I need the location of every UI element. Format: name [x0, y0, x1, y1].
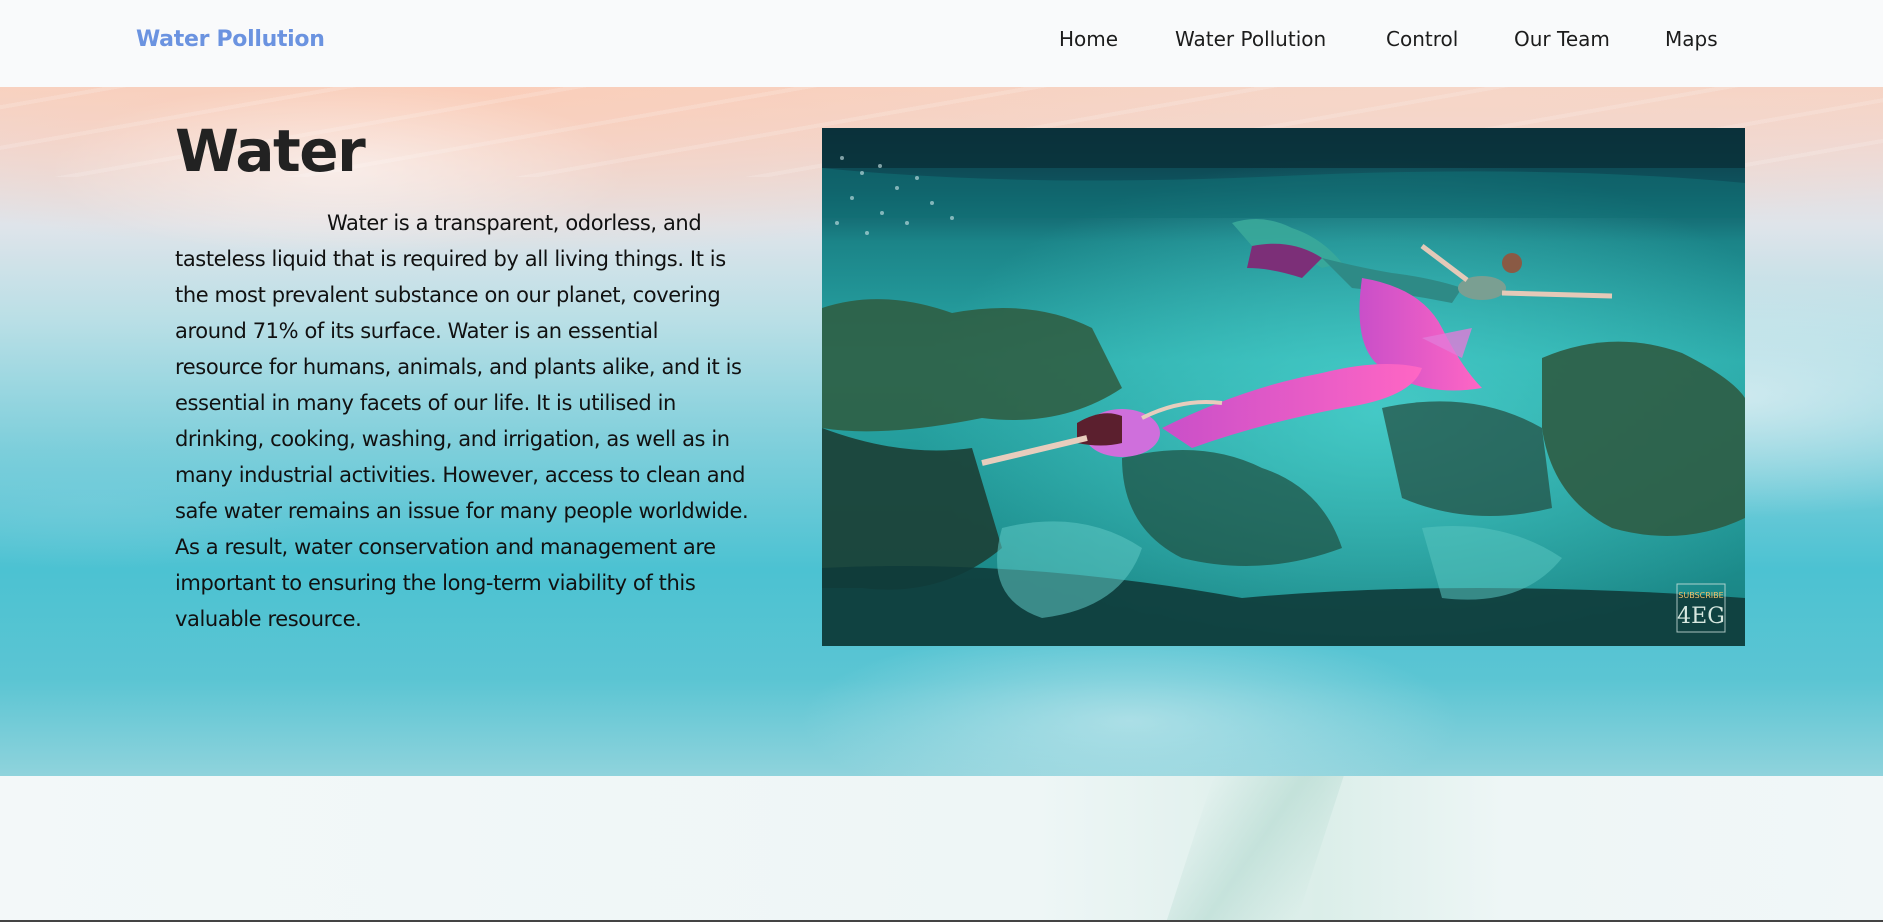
underwater-mermaid-video-frame: SUBSCRIBE 4EG: [822, 128, 1745, 646]
nav-control[interactable]: Control: [1386, 27, 1458, 51]
navbar: Water Pollution Home Water Pollution Con…: [0, 0, 1883, 87]
page-title: Water: [175, 117, 366, 185]
nav-water-pollution[interactable]: Water Pollution: [1175, 27, 1326, 51]
nav-home[interactable]: Home: [1059, 27, 1118, 51]
video-player[interactable]: SUBSCRIBE 4EG: [822, 128, 1745, 646]
lower-section: [0, 776, 1883, 922]
hero-section: Water Water is a transparent, odorless, …: [0, 87, 1883, 776]
nav-links: Home Water Pollution Control Our Team Ma…: [0, 27, 1883, 57]
nav-our-team[interactable]: Our Team: [1514, 27, 1610, 51]
svg-text:SUBSCRIBE: SUBSCRIBE: [1678, 591, 1723, 600]
channel-watermark: SUBSCRIBE 4EG: [1676, 583, 1726, 633]
intro-paragraph: Water is a transparent, odorless, and ta…: [175, 211, 749, 631]
svg-text:4EG: 4EG: [1677, 604, 1725, 629]
nav-maps[interactable]: Maps: [1665, 27, 1718, 51]
